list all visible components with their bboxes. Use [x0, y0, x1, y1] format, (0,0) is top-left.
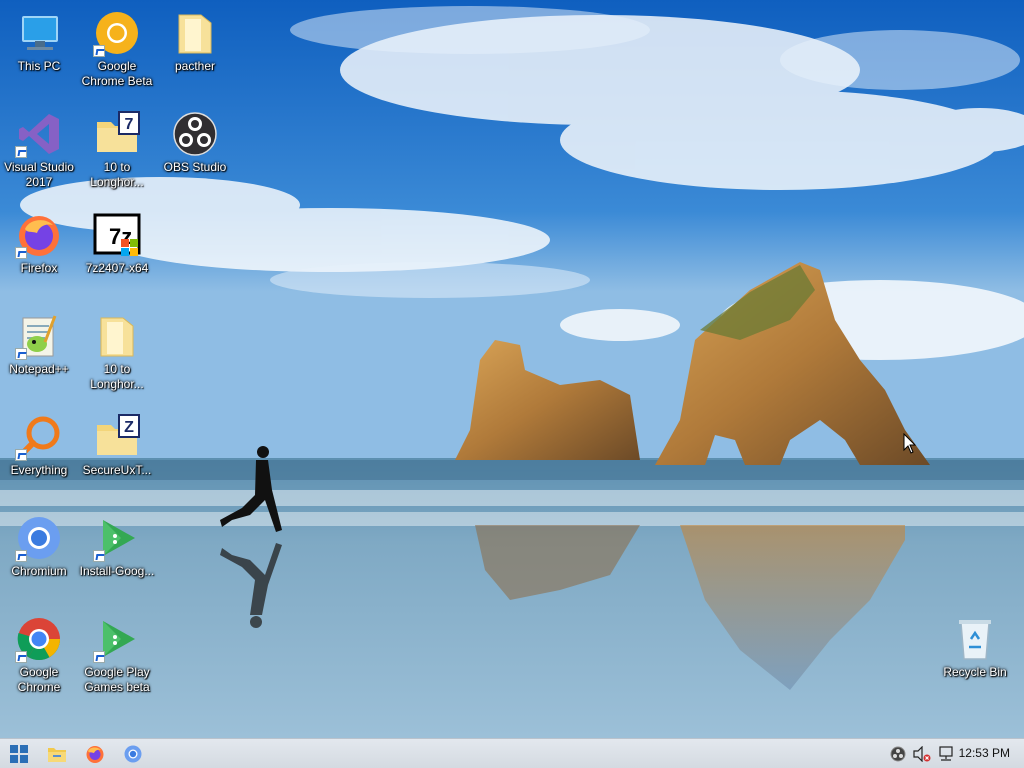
notepadpp-icon [15, 312, 63, 360]
folder-icon [171, 9, 219, 57]
recycle-bin-icon [951, 615, 999, 663]
shortcut-arrow-icon [93, 550, 105, 562]
shortcut-arrow-icon [15, 146, 27, 158]
obs-icon [171, 110, 219, 158]
shortcut-arrow-icon [15, 550, 27, 562]
shortcut-arrow-icon [15, 247, 27, 259]
taskbar-file-explorer[interactable] [38, 739, 76, 768]
tray-volume[interactable] [910, 739, 934, 768]
icon-label: Google Chrome Beta [81, 59, 153, 88]
tray-obs[interactable] [886, 739, 910, 768]
desktop-icon-obs-studio[interactable]: OBS Studio [156, 106, 234, 202]
visual-studio-icon [15, 110, 63, 158]
network-icon [939, 745, 953, 761]
file-explorer-icon [48, 747, 66, 762]
tray-network[interactable] [934, 739, 958, 768]
desktop-icon-install-google-play-games[interactable]: Install-Goog... [78, 510, 156, 606]
winrar-icon: 7 [93, 110, 141, 158]
everything-search-icon [15, 413, 63, 461]
shortcut-arrow-icon [15, 348, 27, 360]
chromium-icon [15, 514, 63, 562]
desktop-icon-chromium[interactable]: Chromium [0, 510, 78, 606]
desktop-icon-pacther[interactable]: pacther [156, 5, 234, 101]
shortcut-arrow-icon [93, 45, 105, 57]
icon-label: Visual Studio 2017 [4, 160, 74, 189]
icon-label: Chromium [11, 564, 67, 578]
archive-icon: Z [93, 413, 141, 461]
desktop-icon-google-chrome-beta[interactable]: Google Chrome Beta [78, 5, 156, 101]
desktop[interactable]: This PC Visual Studio 2017 Firefox Notep… [0, 0, 1024, 738]
this-pc-icon [15, 9, 63, 57]
svg-text:7: 7 [125, 116, 134, 133]
volume-muted-icon [913, 745, 931, 762]
desktop-icon-secureuxtheme[interactable]: Z SecureUxT... [78, 409, 156, 505]
desktop-icon-firefox[interactable]: Firefox [0, 207, 78, 303]
google-play-games-icon [93, 615, 141, 663]
icon-label: pacther [174, 59, 216, 73]
desktop-icon-google-chrome[interactable]: Google Chrome [0, 611, 78, 707]
chromium-icon [124, 745, 142, 762]
taskbar-clock[interactable]: 12:53 PM [959, 739, 1010, 768]
windows-start-icon [10, 744, 28, 763]
firefox-icon [15, 211, 63, 259]
obs-tray-icon [890, 746, 906, 761]
7zip-installer-icon: 7z [93, 211, 141, 259]
icon-label: Install-Goog... [79, 564, 155, 578]
desktop-icon-notepadpp[interactable]: Notepad++ [0, 308, 78, 404]
desktop-icon-visual-studio-2017[interactable]: Visual Studio 2017 [0, 106, 78, 202]
shortcut-arrow-icon [93, 651, 105, 663]
desktop-icon-google-play-games-beta[interactable]: Google Play Games beta [78, 611, 156, 707]
icon-label: This PC [17, 59, 61, 73]
icon-label: Recycle Bin [943, 665, 1007, 679]
shortcut-arrow-icon [15, 449, 27, 461]
icon-label: Everything [10, 463, 68, 477]
desktop-icon-everything[interactable]: Everything [0, 409, 78, 505]
google-play-games-installer-icon [93, 514, 141, 562]
icon-label: 10 to Longhor... [90, 160, 144, 189]
icon-label: Notepad++ [9, 362, 69, 376]
icon-label: 7z2407-x64 [85, 261, 149, 275]
taskbar: 12:53 PM [0, 738, 1024, 768]
svg-text:Z: Z [124, 419, 134, 436]
firefox-icon [86, 745, 104, 763]
mouse-cursor [903, 433, 917, 454]
shortcut-arrow-icon [15, 651, 27, 663]
icon-label: Google Chrome [17, 665, 61, 694]
desktop-icon-recycle-bin[interactable]: Recycle Bin [936, 611, 1014, 707]
desktop-icon-10-to-longhorn-rar[interactable]: 7 10 to Longhor... [78, 106, 156, 202]
icon-label: SecureUxT... [82, 463, 152, 477]
desktop-icon-this-pc[interactable]: This PC [0, 5, 78, 101]
desktop-icon-7z2407-x64[interactable]: 7z 7z2407-x64 [78, 207, 156, 303]
icon-label: OBS Studio [163, 160, 227, 174]
chrome-beta-icon [93, 9, 141, 57]
icon-label: Firefox [20, 261, 58, 275]
chrome-icon [15, 615, 63, 663]
taskbar-firefox[interactable] [76, 739, 114, 768]
icon-label: Google Play Games beta [84, 665, 150, 694]
icon-label: 10 to Longhor... [90, 362, 144, 391]
desktop-icon-10-to-longhorn-folder[interactable]: 10 to Longhor... [78, 308, 156, 404]
taskbar-chromium[interactable] [114, 739, 152, 768]
start-button[interactable] [0, 739, 38, 768]
folder-icon [93, 312, 141, 360]
